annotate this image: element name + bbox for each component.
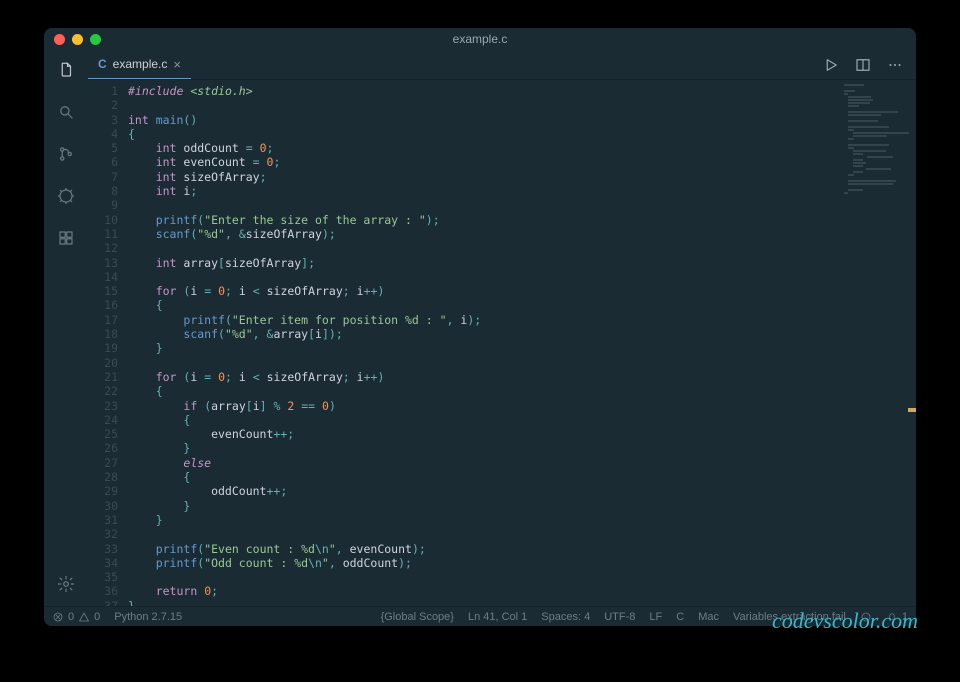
status-position[interactable]: Ln 41, Col 1 [468, 611, 527, 623]
status-eol[interactable]: LF [649, 611, 662, 623]
tab-filename: example.c [113, 57, 168, 71]
debug-icon[interactable] [54, 184, 78, 208]
titlebar: example.c [44, 28, 916, 50]
status-language[interactable]: C [676, 611, 684, 623]
close-tab-icon[interactable]: × [173, 57, 181, 72]
extensions-icon[interactable] [54, 226, 78, 250]
source-control-icon[interactable] [54, 142, 78, 166]
search-icon[interactable] [54, 100, 78, 124]
status-python[interactable]: Python 2.7.15 [114, 611, 182, 623]
minimize-window-button[interactable] [72, 34, 83, 45]
status-feedback[interactable] [860, 611, 872, 623]
files-icon[interactable] [54, 58, 78, 82]
window-controls [54, 34, 101, 45]
status-spaces[interactable]: Spaces: 4 [541, 611, 590, 623]
status-encoding[interactable]: UTF-8 [604, 611, 635, 623]
run-icon[interactable] [822, 56, 840, 74]
status-os[interactable]: Mac [698, 611, 719, 623]
status-problems[interactable]: 0 0 [52, 611, 100, 623]
line-number-gutter: 1234567891011121314151617181920212223242… [88, 80, 126, 606]
status-scope[interactable]: {Global Scope} [381, 611, 454, 623]
status-bar: 0 0 Python 2.7.15 {Global Scope} Ln 41, … [44, 606, 916, 626]
minimap[interactable] [844, 84, 910, 204]
overview-ruler-marker [908, 408, 916, 412]
tab-bar: C example.c × [88, 50, 916, 80]
tab-example-c[interactable]: C example.c × [88, 50, 191, 79]
editor-window: example.c [44, 28, 916, 626]
close-window-button[interactable] [54, 34, 65, 45]
code-editor[interactable]: 1234567891011121314151617181920212223242… [88, 80, 916, 606]
zoom-window-button[interactable] [90, 34, 101, 45]
status-notifications[interactable]: 1 [886, 611, 908, 623]
status-vars[interactable]: Variables extraction fail [733, 611, 846, 623]
activity-bar [44, 50, 88, 606]
more-actions-icon[interactable] [886, 56, 904, 74]
window-title: example.c [44, 32, 916, 46]
tab-language-badge: C [98, 57, 107, 71]
split-editor-icon[interactable] [854, 56, 872, 74]
settings-icon[interactable] [54, 572, 78, 596]
code-content[interactable]: #include <stdio.h>int main(){ int oddCou… [126, 80, 916, 606]
